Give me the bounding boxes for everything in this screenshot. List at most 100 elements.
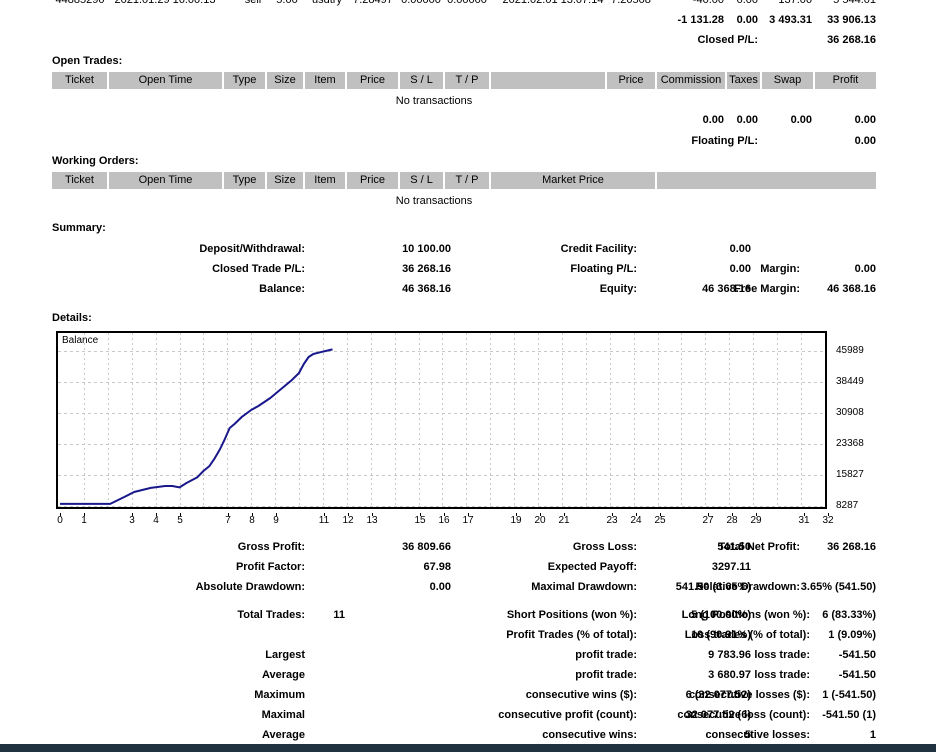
floating-pl-value: 0.00	[855, 134, 876, 148]
header-cell-swap: Swap	[762, 72, 813, 89]
y-axis-label: 38449	[836, 376, 864, 388]
header-cell-item: Item	[305, 72, 345, 89]
summary-value: 46 368.16	[827, 282, 876, 296]
x-axis-tick	[540, 513, 541, 516]
x-axis-label: 32	[816, 515, 840, 527]
x-axis-label: 21	[552, 515, 576, 527]
stat-row: Absolute Drawdown:0.00Maximal Drawdown:5…	[0, 580, 936, 594]
header-cell-price: Price	[347, 72, 398, 89]
summary-row: Deposit/Withdrawal:10 100.00Credit Facil…	[0, 242, 936, 256]
y-axis-label: 45989	[836, 345, 864, 357]
stat-row: Gross Profit:36 809.66Gross Loss:541.50T…	[0, 540, 936, 554]
y-axis-label: 15827	[836, 469, 864, 481]
stat-label: Average	[262, 728, 305, 742]
closed-total-value: -1 131.28	[678, 13, 724, 27]
x-axis-tick	[132, 513, 133, 516]
x-axis-label: 28	[720, 515, 744, 527]
open-total-value: 0.00	[855, 113, 876, 127]
x-axis-tick	[564, 513, 565, 516]
x-axis-label: 27	[696, 515, 720, 527]
stat-label: consecutive losses ($):	[689, 688, 810, 702]
stat-label: profit trade:	[575, 648, 637, 662]
header-cell-ticket: Ticket	[52, 172, 107, 189]
stat-label: consecutive losses:	[705, 728, 810, 742]
x-axis-tick	[324, 513, 325, 516]
open-trades-empty-text: No transactions	[52, 94, 816, 108]
header-cell-price: Price	[607, 72, 655, 89]
x-axis-label: 4	[144, 515, 168, 527]
y-axis-label: 23368	[836, 438, 864, 450]
summary-title: Summary:	[52, 221, 106, 235]
summary-row: Balance:46 368.16Equity:46 368.16Free Ma…	[0, 282, 936, 296]
summary-value: 10 100.00	[402, 242, 451, 256]
open-trades-title: Open Trades:	[52, 54, 122, 68]
x-axis-tick	[156, 513, 157, 516]
header-cell-item: Item	[305, 172, 345, 189]
y-axis-label: 8287	[836, 500, 858, 512]
summary-label: Margin:	[760, 262, 800, 276]
stat-value: 1 (-541.50)	[822, 688, 876, 702]
stat-row: Averageprofit trade:3 680.97loss trade:-…	[0, 668, 936, 682]
x-axis-label: 5	[168, 515, 192, 527]
summary-label: Equity:	[600, 282, 637, 296]
stat-value: 36 809.66	[402, 540, 451, 554]
stat-row: Largestprofit trade:9 783.96loss trade:-…	[0, 648, 936, 662]
x-axis-tick	[756, 513, 757, 516]
stat-label: Maximal Drawdown:	[531, 580, 637, 594]
header-cell-s-l: S / L	[400, 72, 443, 89]
x-axis-label: 8	[240, 515, 264, 527]
summary-row: Closed Trade P/L:36 268.16Floating P/L:0…	[0, 262, 936, 276]
header-cell-open-time: Open Time	[109, 72, 222, 89]
summary-label: Free Margin:	[734, 282, 800, 296]
stat-label: Gross Profit:	[238, 540, 305, 554]
header-cell-price: Price	[347, 172, 398, 189]
stat-label: consecutive wins:	[542, 728, 637, 742]
stat-value: 6 (83.33%)	[822, 608, 876, 622]
stat-label: Maximal	[262, 708, 305, 722]
y-axis-label: 30908	[836, 407, 864, 419]
chart-series-label: Balance	[62, 335, 98, 346]
stat-row: Maximalconsecutive profit (count):32 077…	[0, 708, 936, 722]
x-axis-label: 29	[744, 515, 768, 527]
header-cell-blank	[491, 72, 605, 89]
stat-label: Average	[262, 668, 305, 682]
closed-pl-value: 36 268.16	[827, 33, 876, 47]
stat-value: 36 268.16	[827, 540, 876, 554]
x-axis-tick	[612, 513, 613, 516]
open-total-value: 0.00	[737, 113, 758, 127]
x-axis-label: 15	[408, 515, 432, 527]
stat-label: Profit Factor:	[236, 560, 305, 574]
header-cell-type: Type	[224, 72, 265, 89]
x-axis-tick	[348, 513, 349, 516]
x-axis-label: 31	[792, 515, 816, 527]
x-axis-tick	[252, 513, 253, 516]
stat-label: loss trade:	[754, 668, 810, 682]
stat-label: profit trade:	[575, 668, 637, 682]
working-orders-empty-text: No transactions	[52, 194, 816, 208]
header-cell-blank	[657, 172, 876, 189]
closed-total-value: 0.00	[737, 13, 758, 27]
header-cell-t-p: T / P	[445, 172, 489, 189]
taskbar[interactable]	[0, 744, 936, 752]
balance-chart: Balance	[56, 331, 827, 509]
stat-row: Profit Trades (% of total):10 (90.91%)Lo…	[0, 628, 936, 642]
working-orders-table-header: TicketOpen TimeTypeSizeItemPriceS / LT /…	[52, 172, 876, 189]
x-axis-label: 17	[456, 515, 480, 527]
summary-value: 0.00	[730, 242, 751, 256]
x-axis-label: 9	[264, 515, 288, 527]
header-cell-ticket: Ticket	[52, 72, 107, 89]
x-axis-tick	[804, 513, 805, 516]
x-axis-label: 3	[120, 515, 144, 527]
balance-chart-canvas	[58, 333, 825, 507]
header-cell-size: Size	[267, 72, 303, 89]
x-axis-tick	[732, 513, 733, 516]
trade-swap: 137.06	[778, 0, 812, 7]
floating-pl-label: Floating P/L:	[691, 134, 758, 148]
summary-value: 0.00	[855, 262, 876, 276]
closed-pl-row: Closed P/L: 36 268.16	[0, 33, 936, 47]
x-axis-tick	[60, 513, 61, 516]
stat-value: 9 783.96	[708, 648, 751, 662]
x-axis-label: 19	[504, 515, 528, 527]
stat-value: -541.50	[839, 648, 876, 662]
floating-pl-row: Floating P/L: 0.00	[0, 134, 936, 148]
